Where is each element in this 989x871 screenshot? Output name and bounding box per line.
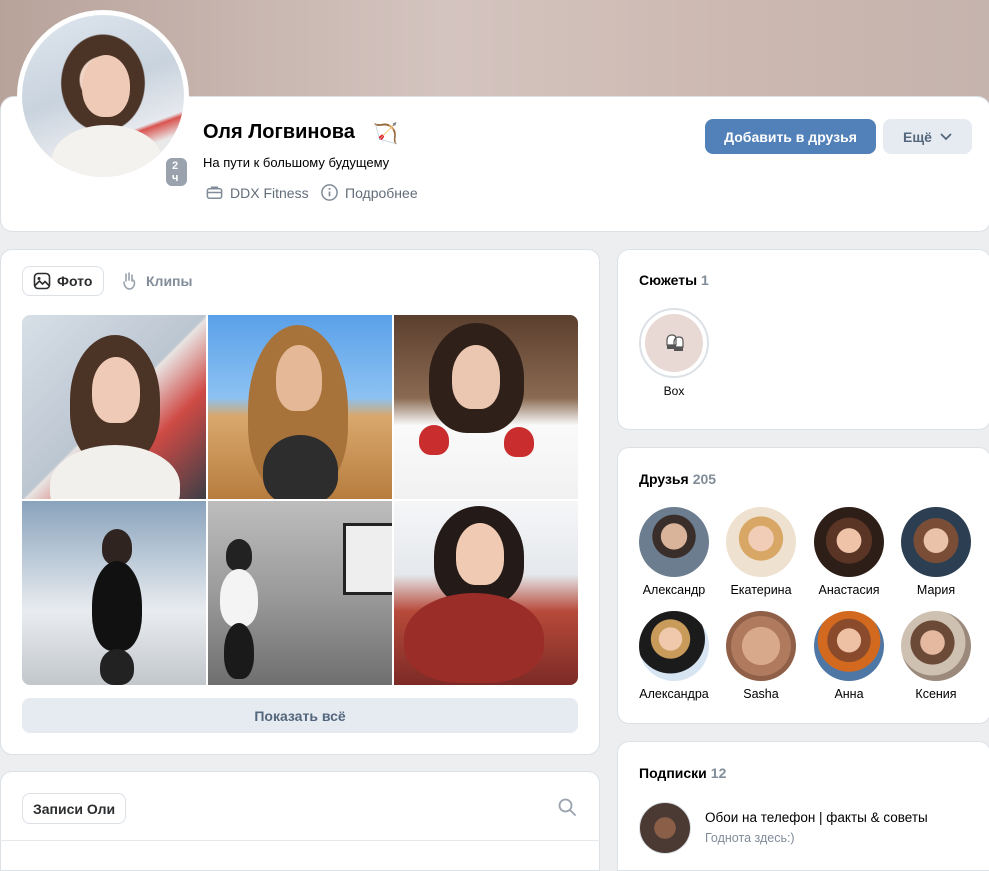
friend-item[interactable]: Екатерина: [717, 507, 805, 597]
work-info[interactable]: DDX Fitness: [205, 183, 309, 202]
details-label: Подробнее: [345, 184, 418, 201]
clips-icon: [123, 272, 136, 290]
photo-thumbnail[interactable]: [22, 501, 206, 685]
friend-item[interactable]: Sasha: [717, 611, 805, 701]
subscriptions-count: 12: [710, 765, 727, 781]
subscriptions-header[interactable]: Подписки 12: [639, 765, 726, 781]
friend-item[interactable]: Ксения: [892, 611, 980, 701]
photo-thumbnail[interactable]: [208, 501, 392, 685]
friend-name: Мария: [916, 583, 956, 597]
photo-grid: [22, 315, 578, 685]
divider: [0, 840, 600, 841]
subscription-title[interactable]: Обои на телефон | факты & советы: [705, 810, 928, 825]
details-link[interactable]: Подробнее: [320, 183, 418, 202]
friend-name: Анна: [834, 687, 864, 701]
friend-item[interactable]: Анастасия: [805, 507, 893, 597]
more-label: Ещё: [903, 128, 932, 145]
friend-name: Екатерина: [730, 583, 792, 597]
friends-title: Друзья: [639, 471, 689, 487]
subscription-description: Годнота здесь:): [705, 831, 795, 845]
story-label: Box: [663, 384, 685, 398]
friend-avatar: [726, 611, 796, 681]
friend-name: Sasha: [743, 687, 779, 701]
stories-header[interactable]: Сюжеты 1: [639, 272, 709, 288]
status-emoji-icon[interactable]: 🏹: [373, 121, 398, 146]
friend-avatar: [726, 507, 796, 577]
boxing-gloves-icon: [666, 334, 684, 351]
tab-photos-label: Фото: [57, 273, 93, 289]
friends-header[interactable]: Друзья 205: [639, 471, 716, 487]
profile-avatar[interactable]: 2 ч: [17, 10, 189, 188]
stories-title: Сюжеты: [639, 272, 698, 288]
photo-thumbnail[interactable]: [394, 501, 578, 685]
friend-avatar: [639, 507, 709, 577]
friend-avatar: [901, 507, 971, 577]
stories-count: 1: [701, 272, 709, 288]
friend-avatar: [639, 611, 709, 681]
tab-wall-posts[interactable]: Записи Оли: [22, 793, 127, 824]
photo-thumbnail[interactable]: [22, 315, 206, 499]
friend-name: Ксения: [915, 687, 957, 701]
briefcase-icon: [206, 186, 223, 199]
friend-name: Александра: [639, 687, 709, 701]
avatar-photo: [22, 15, 184, 177]
friend-avatar: [814, 611, 884, 681]
profile-name: Оля Логвинова: [203, 121, 355, 143]
add-friend-button[interactable]: Добавить в друзья: [705, 119, 876, 154]
friend-name: Анастасия: [818, 583, 880, 597]
tab-clips[interactable]: Клипы: [120, 266, 192, 296]
friend-item[interactable]: Александра: [630, 611, 718, 701]
subscription-avatar[interactable]: [639, 802, 691, 854]
friend-name: Александр: [642, 583, 706, 597]
tab-clips-label: Клипы: [146, 273, 193, 289]
story-avatar: [639, 308, 709, 378]
work-label: DDX Fitness: [230, 184, 309, 201]
search-icon[interactable]: [557, 797, 577, 817]
info-icon: [321, 184, 338, 201]
profile-status: На пути к большому будущему: [203, 155, 390, 170]
tab-photos[interactable]: Фото: [22, 266, 104, 296]
friends-count: 205: [692, 471, 717, 487]
image-icon: [33, 272, 51, 290]
photo-thumbnail[interactable]: [208, 315, 392, 499]
subscriptions-title: Подписки: [639, 765, 707, 781]
friend-avatar: [814, 507, 884, 577]
friend-item[interactable]: Анна: [805, 611, 893, 701]
story-item[interactable]: Box: [639, 308, 709, 398]
friend-item[interactable]: Мария: [892, 507, 980, 597]
show-all-photos-button[interactable]: Показать всё: [22, 698, 578, 733]
more-button[interactable]: Ещё: [883, 119, 972, 154]
friend-avatar: [901, 611, 971, 681]
last-seen-badge: 2 ч: [164, 156, 189, 188]
friend-item[interactable]: Александр: [630, 507, 718, 597]
photo-thumbnail[interactable]: [394, 315, 578, 499]
chevron-down-icon: [940, 133, 952, 140]
